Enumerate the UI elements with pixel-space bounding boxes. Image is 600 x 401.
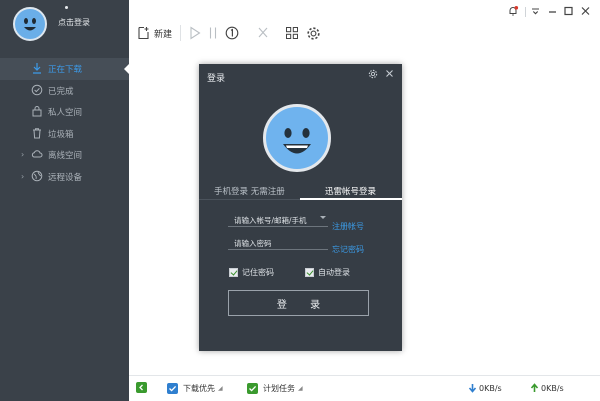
check-icon — [167, 383, 178, 394]
sidebar-item-offline-space[interactable]: › 离线空间 — [0, 144, 129, 166]
upload-arrow-icon — [530, 383, 539, 392]
scheduled-task-label: 计划任务 — [263, 384, 295, 393]
tab-phone-login[interactable]: 手机登录 无需注册 — [214, 185, 285, 197]
settings-button[interactable] — [306, 24, 321, 42]
lock-icon — [31, 105, 43, 117]
account-placeholder: 请输入帐号/邮箱/手机 — [234, 216, 307, 225]
toolbar: 新建 — [129, 0, 600, 48]
trash-icon — [31, 127, 43, 139]
password-placeholder: 请输入密码 — [234, 239, 272, 248]
checkbox-checked-icon — [305, 268, 314, 277]
sidebar-nav: 正在下载 已完成 私人空间 垃圾箱 › 离线空间 › 远程设备 — [0, 58, 129, 187]
register-account-link[interactable]: 注册帐号 — [332, 221, 364, 232]
maximize-icon — [564, 6, 573, 16]
new-label: 新建 — [154, 29, 173, 40]
dialog-title: 登录 — [207, 74, 226, 84]
chevron-right-icon[interactable]: › — [21, 172, 29, 182]
sidebar-item-label: 远程设备 — [48, 172, 83, 183]
download-icon — [31, 62, 43, 74]
account-input[interactable]: 请输入帐号/邮箱/手机 — [228, 213, 328, 227]
notification-icon — [509, 6, 519, 16]
chevron-right-icon[interactable]: › — [21, 150, 29, 160]
play-icon — [190, 26, 201, 40]
window-controls-divider — [525, 7, 526, 17]
sidebar-item-private-space[interactable]: 私人空间 — [0, 101, 129, 123]
main-menu-button[interactable] — [530, 5, 541, 17]
download-priority-toggle[interactable]: 下载优先 ◢ — [167, 383, 223, 394]
upload-speed-value: 0KB/s — [541, 383, 564, 393]
status-bar: 下载优先 ◢ 计划任务 ◢ 0KB/s 0KB/s — [129, 375, 600, 401]
pause-button[interactable] — [208, 24, 218, 42]
minimize-icon — [549, 11, 556, 13]
forgot-password-link[interactable]: 忘记密码 — [332, 244, 364, 255]
scheduled-task-button[interactable]: 计划任务 ◢ — [247, 383, 303, 394]
dialog-avatar — [263, 104, 331, 172]
start-button[interactable] — [189, 24, 201, 42]
dropdown-corner-icon: ◢ — [218, 385, 223, 392]
delete-button[interactable] — [257, 24, 269, 42]
pause-icon — [209, 27, 217, 39]
remember-password-checkbox[interactable]: 记住密码 — [229, 267, 274, 278]
sidebar-item-trash[interactable]: 垃圾箱 — [0, 123, 129, 145]
settings-icon — [307, 26, 320, 40]
grid-icon — [286, 27, 298, 39]
dialog-close-button[interactable] — [385, 68, 394, 81]
delete-icon — [258, 27, 268, 38]
login-button[interactable]: 登 录 — [228, 290, 369, 316]
speed-limit-icon — [225, 26, 239, 40]
sidebar-item-completed[interactable]: 已完成 — [0, 80, 129, 102]
sidebar-item-downloading[interactable]: 正在下载 — [0, 58, 129, 80]
chevron-left-icon — [136, 382, 147, 393]
check-icon — [247, 383, 258, 394]
globe-icon — [31, 170, 43, 182]
notification-button[interactable] — [507, 5, 519, 17]
sidebar-item-label: 已完成 — [48, 86, 74, 97]
check-circle-icon — [31, 84, 43, 96]
sidebar-item-label: 私人空间 — [48, 108, 83, 118]
sidebar-item-label: 正在下载 — [48, 65, 83, 75]
close-icon — [386, 70, 393, 77]
active-tab-indicator — [300, 198, 402, 200]
speed-limit-button[interactable] — [225, 24, 239, 42]
minimize-button[interactable] — [547, 5, 558, 17]
download-speed-value: 0KB/s — [479, 383, 502, 393]
smiley-face-icon — [24, 18, 36, 31]
login-dialog: 登录 手机登录 无需注册 迅雷帐号登录 请输入帐号/邮箱/手机 注册帐号 请输入… — [199, 64, 402, 351]
close-icon — [581, 7, 590, 15]
avatar[interactable] — [13, 7, 47, 41]
upload-speed: 0KB/s — [530, 383, 564, 393]
toolbar-divider — [180, 25, 181, 41]
dropdown-arrow-icon[interactable] — [320, 216, 326, 219]
collapse-sidebar-button[interactable] — [136, 382, 152, 393]
dialog-settings-button[interactable] — [368, 69, 378, 82]
smiley-face-icon — [283, 128, 311, 154]
sidebar: 点击登录 正在下载 已完成 私人空间 垃圾箱 › 离线空间 › 远程设备 — [0, 0, 129, 401]
maximize-button[interactable] — [563, 5, 574, 17]
cloud-icon — [31, 148, 43, 160]
menu-icon — [532, 8, 539, 15]
password-input[interactable]: 请输入密码 — [228, 236, 328, 250]
remember-password-label: 记住密码 — [242, 268, 274, 277]
sidebar-item-label: 离线空间 — [48, 151, 83, 161]
new-task-button[interactable]: 新建 — [137, 24, 172, 42]
checkbox-checked-icon — [229, 268, 238, 277]
new-file-icon — [138, 26, 149, 40]
tab-xunlei-account-login[interactable]: 迅雷帐号登录 — [325, 185, 376, 197]
gear-icon — [368, 69, 378, 79]
close-button[interactable] — [580, 5, 591, 17]
dropdown-corner-icon: ◢ — [298, 385, 303, 392]
sidebar-item-label: 垃圾箱 — [48, 129, 74, 140]
download-speed: 0KB/s — [468, 383, 502, 393]
view-mode-button[interactable] — [285, 24, 299, 42]
sidebar-item-remote-device[interactable]: › 远程设备 — [0, 166, 129, 188]
user-profile[interactable]: 点击登录 — [0, 0, 129, 48]
status-dot — [65, 6, 68, 9]
auto-login-label: 自动登录 — [318, 268, 350, 277]
download-priority-label: 下载优先 — [183, 384, 215, 393]
click-login-link[interactable]: 点击登录 — [58, 17, 90, 28]
auto-login-checkbox[interactable]: 自动登录 — [305, 267, 350, 278]
download-arrow-icon — [468, 384, 477, 393]
